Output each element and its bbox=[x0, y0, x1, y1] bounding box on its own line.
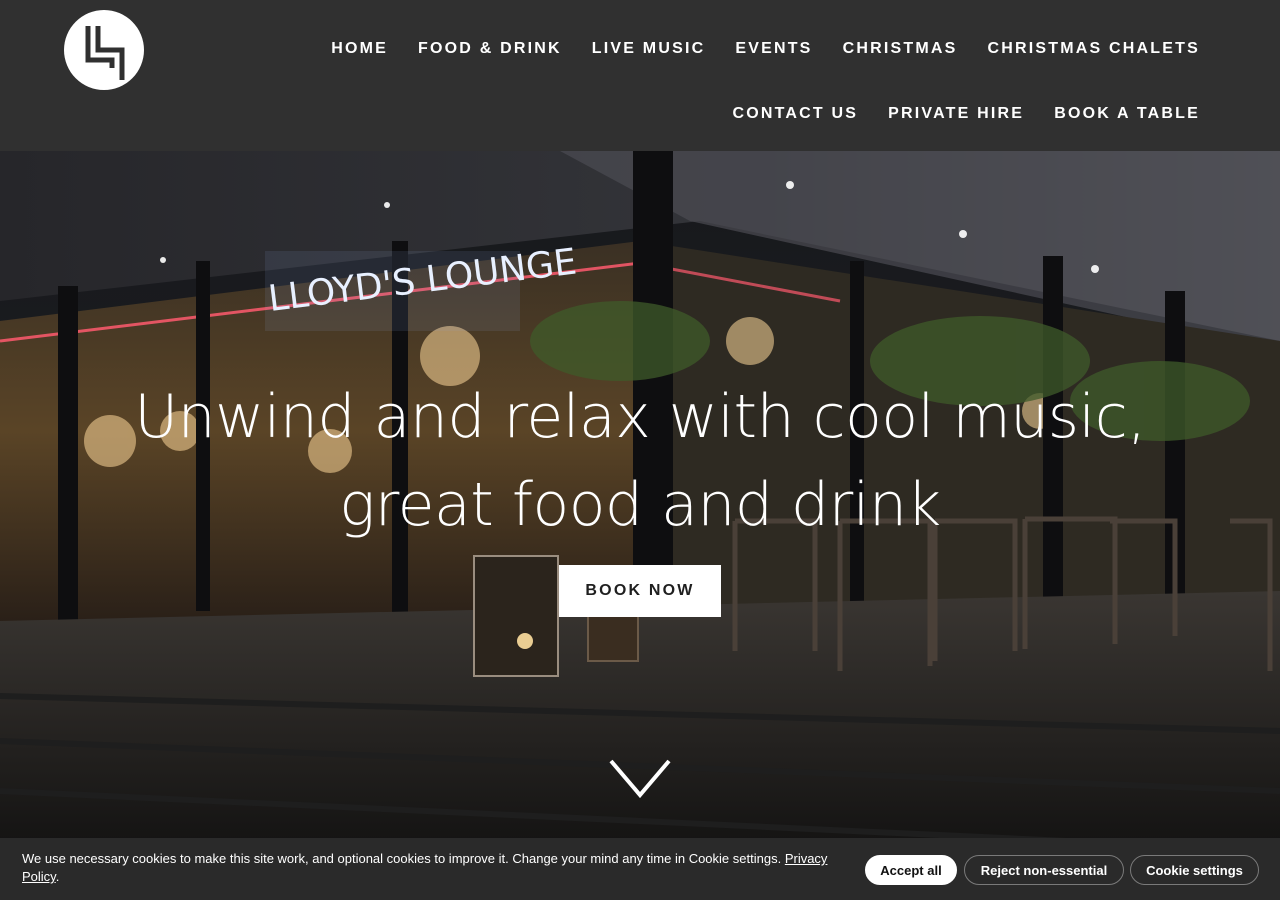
nav-food-drink[interactable]: FOOD & DRINK bbox=[418, 36, 562, 62]
nav-private-hire[interactable]: PRIVATE HIRE bbox=[888, 101, 1024, 127]
logo[interactable] bbox=[64, 10, 144, 90]
main-nav-row-2: CONTACT US PRIVATE HIRE BOOK A TABLE bbox=[702, 101, 1200, 127]
hero-section: LLOYD'S LOUNGE Unwind and relax with coo… bbox=[0, 151, 1280, 900]
nav-live-music[interactable]: LIVE MUSIC bbox=[592, 36, 706, 62]
nav-christmas[interactable]: CHRISTMAS bbox=[843, 36, 958, 62]
lloyds-lounge-logo-icon bbox=[85, 26, 125, 80]
accept-all-cookies-button[interactable]: Accept all bbox=[865, 855, 957, 885]
cookie-banner-text: We use necessary cookies to make this si… bbox=[22, 850, 847, 886]
hero-title-line-2: great food and drink bbox=[339, 470, 941, 540]
hero-title-line-1: Unwind and relax with cool music, bbox=[134, 382, 1146, 452]
cookie-banner: We use necessary cookies to make this si… bbox=[0, 838, 1280, 900]
nav-contact-us[interactable]: CONTACT US bbox=[732, 101, 858, 127]
cookie-settings-button[interactable]: Cookie settings bbox=[1130, 855, 1259, 885]
main-nav-row-1: HOME FOOD & DRINK LIVE MUSIC EVENTS CHRI… bbox=[301, 36, 1200, 62]
nav-home[interactable]: HOME bbox=[331, 36, 388, 62]
book-now-button[interactable]: BOOK NOW bbox=[559, 565, 721, 617]
cookie-message: We use necessary cookies to make this si… bbox=[22, 851, 782, 866]
reject-non-essential-button[interactable]: Reject non-essential bbox=[964, 855, 1124, 885]
scroll-down-button[interactable] bbox=[608, 757, 672, 801]
site-header: HOME FOOD & DRINK LIVE MUSIC EVENTS CHRI… bbox=[0, 0, 1280, 151]
nav-christmas-chalets[interactable]: CHRISTMAS CHALETS bbox=[987, 36, 1200, 62]
cookie-message-end: . bbox=[55, 869, 60, 884]
nav-events[interactable]: EVENTS bbox=[735, 36, 812, 62]
nav-book-a-table[interactable]: BOOK A TABLE bbox=[1054, 101, 1200, 127]
chevron-down-icon bbox=[609, 759, 671, 799]
hero-title: Unwind and relax with cool music, great … bbox=[0, 373, 1280, 549]
